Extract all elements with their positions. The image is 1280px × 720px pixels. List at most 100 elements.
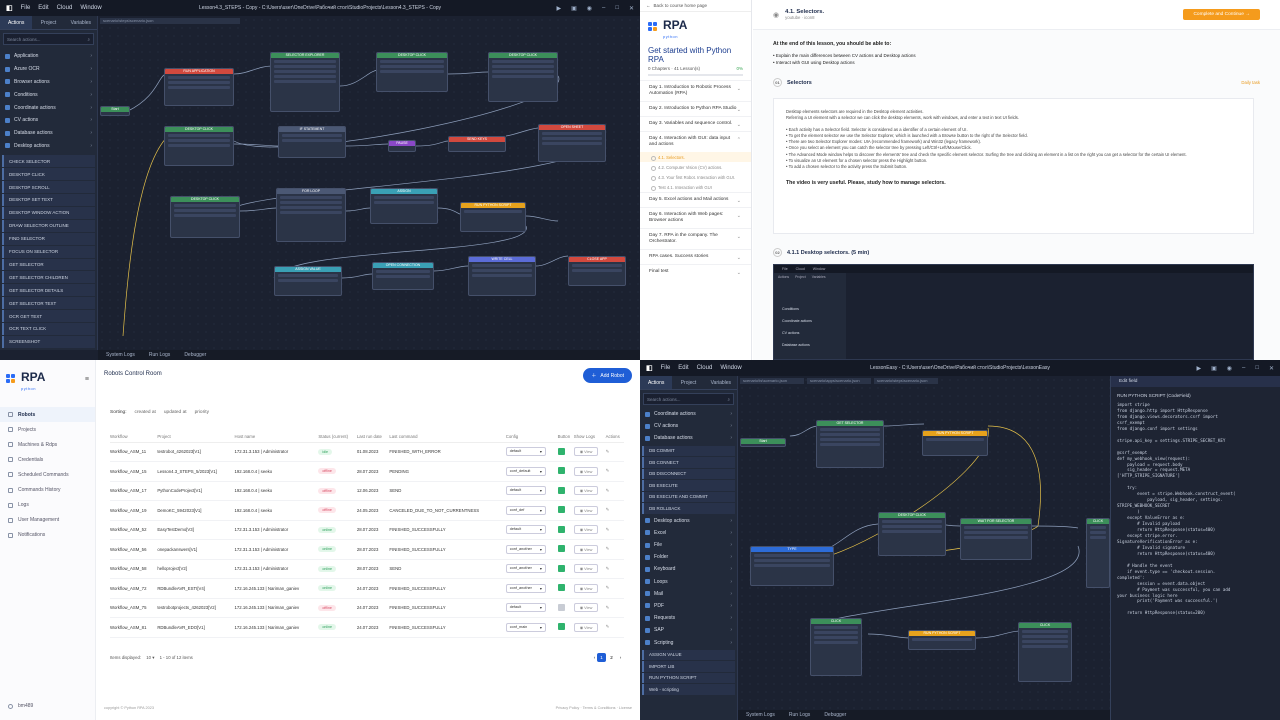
- category-azure-ocr[interactable]: Azure OCR ›: [0, 63, 97, 76]
- edit-icon[interactable]: ✎: [606, 507, 610, 512]
- tab-run-logs[interactable]: Run Logs: [149, 352, 170, 358]
- config-select[interactable]: default ▾: [505, 603, 546, 613]
- menu-cloud[interactable]: Cloud: [57, 5, 73, 11]
- workflow-node[interactable]: IF STATEMENT: [278, 126, 346, 158]
- category-application[interactable]: Application ›: [0, 50, 97, 63]
- workflow-node[interactable]: WAIT FOR SELECTOR: [960, 518, 1032, 560]
- tab-debugger[interactable]: Debugger: [824, 712, 846, 718]
- hamburger-icon[interactable]: ≡: [85, 376, 89, 383]
- lesson-item[interactable]: 4.1. Selectors.: [640, 152, 751, 162]
- view-logs-button[interactable]: ◉ View: [573, 622, 599, 632]
- workflow-node[interactable]: PAUSE: [388, 140, 416, 152]
- workflow-node[interactable]: FOR LOOP: [276, 188, 346, 242]
- category-cv-actions[interactable]: CV actions ›: [640, 420, 737, 432]
- action-get-selector-details[interactable]: GET SELECTOR DETAILS: [2, 284, 95, 297]
- workflow-node[interactable]: RUN PYTHON SCRIPT: [922, 430, 988, 456]
- action-run-python-script[interactable]: RUN PYTHON SCRIPT: [642, 672, 735, 684]
- maximize-icon[interactable]: □: [615, 5, 619, 12]
- nav-item-logs[interactable]: Logs: [0, 498, 95, 513]
- chapter-item[interactable]: Day 7. RPA in the company. The Orchestra…: [640, 228, 751, 249]
- category-mail[interactable]: Mail ›: [640, 588, 737, 600]
- run-robot-button[interactable]: [557, 486, 565, 494]
- play-icon[interactable]: ▶: [556, 5, 561, 12]
- sort-updated[interactable]: updated at: [164, 410, 187, 415]
- tab-actions[interactable]: Actions: [0, 16, 33, 29]
- rpa-logo[interactable]: RPA python ≡: [0, 360, 95, 403]
- tab-system-logs[interactable]: System Logs: [746, 712, 775, 718]
- orchestrator-icon[interactable]: ◉: [1227, 365, 1232, 372]
- close-icon[interactable]: ✕: [629, 5, 634, 12]
- edit-icon[interactable]: ✎: [606, 527, 610, 532]
- workflow-node[interactable]: TYPE: [750, 546, 834, 586]
- edit-field-tab[interactable]: Edit field: [1111, 376, 1280, 387]
- workflow-node[interactable]: CLICK: [1086, 518, 1110, 588]
- sort-priority[interactable]: priority: [195, 410, 209, 415]
- workflow-node[interactable]: DESKTOP CLICK: [170, 196, 240, 238]
- workflow-node[interactable]: DESKTOP CLICK: [488, 52, 558, 102]
- category-file[interactable]: File ›: [640, 539, 737, 551]
- view-logs-button[interactable]: ◉ View: [573, 544, 599, 554]
- tab-actions[interactable]: Actions: [640, 376, 673, 389]
- run-robot-button[interactable]: [557, 603, 565, 611]
- workflow-node[interactable]: RUN PYTHON SCRIPT: [460, 202, 526, 232]
- edit-icon[interactable]: ✎: [606, 566, 610, 571]
- minimize-icon[interactable]: –: [1242, 365, 1245, 372]
- action-desktop-click[interactable]: DESKTOP CLICK: [2, 168, 95, 181]
- start-node[interactable]: Start: [740, 438, 786, 447]
- action-get-selector-children[interactable]: GET SELECTOR CHILDREN: [2, 271, 95, 284]
- view-logs-button[interactable]: ◉ View: [573, 505, 599, 515]
- action-ocr-get-text[interactable]: OCR GET TEXT: [2, 310, 95, 322]
- play-icon[interactable]: ▶: [1196, 365, 1201, 372]
- workflow-node[interactable]: WRITE CELL: [468, 256, 536, 296]
- minimize-icon[interactable]: –: [602, 5, 605, 12]
- run-robot-button[interactable]: [557, 623, 565, 631]
- menu-cloud[interactable]: Cloud: [697, 365, 713, 371]
- save-icon[interactable]: ▣: [1211, 365, 1217, 372]
- menu-window[interactable]: Window: [80, 5, 101, 11]
- nav-item-projects[interactable]: Projects: [0, 422, 95, 437]
- run-robot-button[interactable]: [557, 447, 565, 455]
- config-select[interactable]: conf_default ▾: [505, 466, 546, 476]
- nav-item-robots[interactable]: Robots: [0, 407, 95, 423]
- menu-edit[interactable]: Edit: [38, 5, 48, 11]
- category-loops[interactable]: Loops ›: [640, 576, 737, 588]
- run-robot-button[interactable]: [557, 525, 565, 533]
- orchestrator-icon[interactable]: ◉: [587, 5, 592, 12]
- config-select[interactable]: conf_another ▾: [505, 544, 546, 554]
- edit-icon[interactable]: ✎: [606, 449, 610, 454]
- complete-continue-button[interactable]: Complete and Continue →: [1183, 9, 1260, 20]
- action-db-disconnect[interactable]: DB DISCONNECT: [642, 468, 735, 480]
- action-ocr-text-click[interactable]: OCR TEXT CLICK: [2, 322, 95, 335]
- user-profile[interactable]: bm489: [0, 699, 33, 714]
- tab-system-logs[interactable]: System Logs: [106, 352, 135, 358]
- action-screenshot[interactable]: SCREENSHOT: [2, 335, 95, 348]
- config-select[interactable]: conf_another ▾: [505, 564, 546, 574]
- menu-edit[interactable]: Edit: [678, 365, 688, 371]
- workflow-node[interactable]: CLOSE APP: [568, 256, 626, 286]
- view-logs-button[interactable]: ◉ View: [573, 466, 599, 476]
- workflow-node[interactable]: DESKTOP CLICK: [376, 52, 448, 92]
- nav-item-scheduled-commands[interactable]: Scheduled Commands: [0, 467, 95, 482]
- category-requests[interactable]: Requests ›: [640, 612, 737, 624]
- tab-debugger[interactable]: Debugger: [184, 352, 206, 358]
- search-actions-input[interactable]: Search actions... ⌕: [3, 33, 94, 45]
- action-desktop-set-text[interactable]: DESKTOP SET TEXT: [2, 194, 95, 206]
- tab-project[interactable]: Project: [672, 376, 704, 389]
- edit-icon[interactable]: ✎: [606, 605, 610, 610]
- lesson-item[interactable]: Test 4.1. Interaction with GUI: [640, 182, 751, 192]
- close-icon[interactable]: ✕: [1269, 365, 1274, 372]
- action-draw-selector-outline[interactable]: DRAW SELECTOR OUTLINE: [2, 219, 95, 232]
- python-code-editor[interactable]: import stripe from django.http import Ht…: [1111, 402, 1280, 616]
- sort-created[interactable]: created at: [135, 410, 156, 415]
- chapter-item[interactable]: RPA cases. Success stories ⌄: [640, 249, 751, 264]
- nav-item-commands-history[interactable]: Commands History: [0, 482, 95, 497]
- search-actions-input[interactable]: Search actions... ⌕: [643, 393, 734, 405]
- tab-variables[interactable]: Variables: [705, 376, 737, 389]
- view-logs-button[interactable]: ◉ View: [573, 525, 599, 535]
- action-web-scripting[interactable]: Web - scripting: [642, 684, 735, 695]
- category-desktop-actions[interactable]: Desktop actions ›: [640, 515, 737, 527]
- category-pdf[interactable]: PDF ›: [640, 600, 737, 612]
- edit-icon[interactable]: ✎: [606, 585, 610, 590]
- action-desktop-scroll[interactable]: DESKTOP SCROLL: [2, 181, 95, 194]
- start-node[interactable]: Start: [100, 106, 130, 116]
